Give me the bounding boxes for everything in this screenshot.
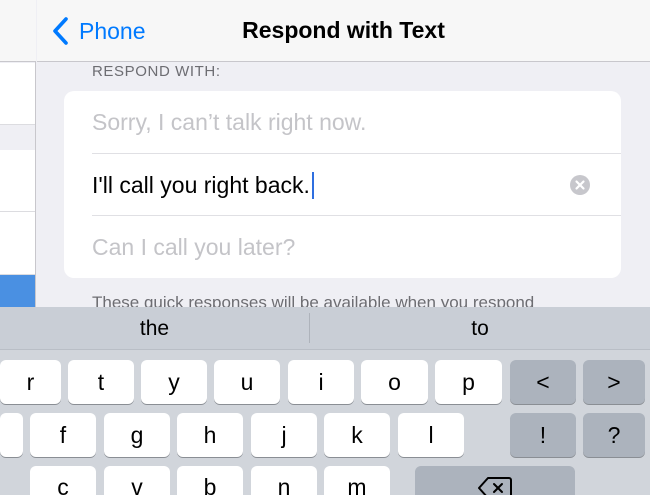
x-icon [575,180,585,190]
key-r[interactable]: r [0,360,61,404]
navigation-bar: Phone Respond with Text [37,0,650,62]
key-l[interactable]: l [398,413,464,457]
key-u[interactable]: u [214,360,280,404]
keyboard: the to r t y u i o p < > f g h j k l ! ?… [0,307,650,495]
key-y[interactable]: y [141,360,207,404]
key-cursor-right[interactable]: > [583,360,645,404]
key-t[interactable]: t [68,360,134,404]
sidebar-item[interactable] [0,212,35,275]
predictive-bar: the to [0,307,650,350]
key-question[interactable]: ? [583,413,645,457]
sidebar-item[interactable] [0,63,35,125]
response-field-2[interactable]: I'll call you right back. [64,154,621,216]
suggestion-2[interactable]: to [310,307,650,350]
sidebar-item[interactable] [0,150,35,212]
response-field-2-value: I'll call you right back. [92,171,310,198]
page-title: Respond with Text [242,17,445,43]
delete-key[interactable] [415,466,575,495]
settings-sidebar [0,0,36,310]
response-field-1[interactable]: Sorry, I can’t talk right now. [64,91,621,153]
suggestion-1[interactable]: the [0,307,309,350]
key-v[interactable]: v [104,466,170,495]
response-field-3[interactable]: Can I call you later? [64,216,621,278]
sidebar-item-selected[interactable] [0,275,35,310]
key-g[interactable]: g [104,413,170,457]
key-i[interactable]: i [288,360,354,404]
response-field-3-placeholder: Can I call you later? [92,233,296,260]
sidebar-header [0,0,36,62]
key-b[interactable]: b [177,466,243,495]
key-cursor-left[interactable]: < [510,360,576,404]
clear-text-icon[interactable] [570,175,590,195]
key-d-partial[interactable] [0,413,23,457]
key-p[interactable]: p [435,360,502,404]
key-f[interactable]: f [30,413,96,457]
key-k[interactable]: k [324,413,390,457]
key-j[interactable]: j [251,413,317,457]
key-h[interactable]: h [177,413,243,457]
section-header: RESPOND WITH: [92,63,221,80]
response-field-1-placeholder: Sorry, I can’t talk right now. [92,108,367,135]
key-c[interactable]: c [30,466,96,495]
key-n[interactable]: n [251,466,317,495]
responses-group: Sorry, I can’t talk right now. I'll call… [64,91,621,278]
key-exclamation[interactable]: ! [510,413,576,457]
key-m[interactable]: m [324,466,390,495]
text-cursor [311,171,314,199]
key-o[interactable]: o [361,360,428,404]
backspace-icon [478,477,512,495]
